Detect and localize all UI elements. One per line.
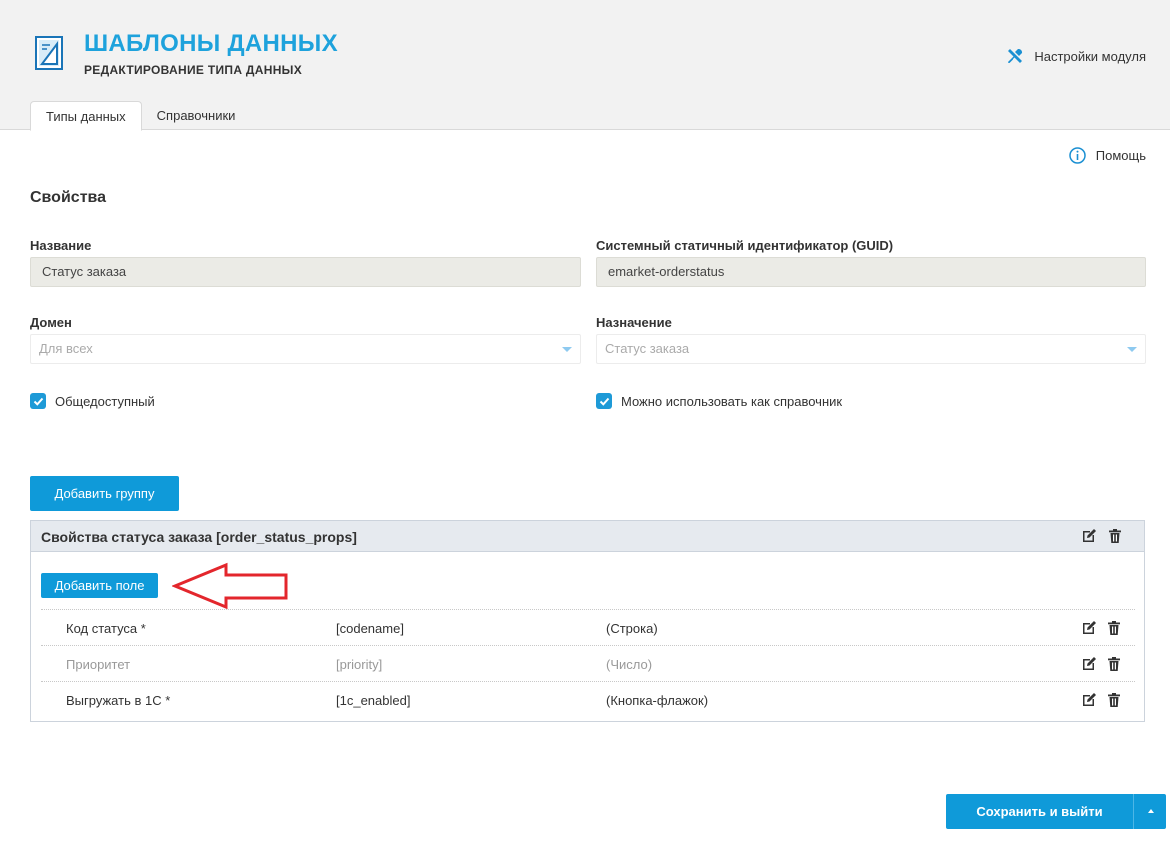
name-label: Название [30,238,92,253]
domain-label: Домен [30,315,72,330]
field-code: [codename] [336,621,404,636]
trash-icon[interactable] [1107,528,1123,544]
edit-icon[interactable] [1081,620,1097,636]
public-checkbox[interactable] [30,393,46,409]
trash-icon[interactable] [1106,656,1122,672]
field-group-header: Свойства статуса заказа [order_status_pr… [31,521,1144,552]
field-row: Выгружать в 1С * [1c_enabled] (Кнопка-фл… [41,681,1135,717]
checkmark-icon [33,397,43,406]
tab-data-types[interactable]: Типы данных [30,101,142,131]
field-group-title: Свойства статуса заказа [order_status_pr… [41,529,357,545]
tab-reference-books[interactable]: Справочники [142,101,251,131]
data-templates-logo-icon [35,36,63,70]
name-field[interactable]: Статус заказа [30,257,581,287]
page-header: ШАБЛОНЫ ДАННЫХ РЕДАКТИРОВАНИЕ ТИПА ДАННЫ… [0,0,1170,131]
checkmark-icon [599,397,609,406]
field-name[interactable]: Выгружать в 1С * [66,693,170,708]
field-type: (Кнопка-флажок) [606,693,709,708]
field-code: [1c_enabled] [336,693,411,708]
domain-select-value: Для всех [39,341,93,356]
red-arrow-annotation [172,562,288,610]
field-name[interactable]: Приоритет [66,657,130,672]
field-code: [priority] [336,657,383,672]
public-checkbox-row: Общедоступный [30,393,155,409]
guid-label: Системный статичный идентификатор (GUID) [596,238,894,253]
tab-bar: Типы данных Справочники [30,101,250,131]
help-link[interactable]: Помощь [1069,147,1146,164]
chevron-down-icon [1127,347,1137,352]
field-group-panel: Свойства статуса заказа [order_status_pr… [30,520,1145,722]
help-label: Помощь [1095,148,1146,163]
info-icon [1069,147,1086,164]
trash-icon[interactable] [1106,692,1122,708]
purpose-label: Назначение [596,315,672,330]
add-group-button[interactable]: Добавить группу [30,476,179,511]
edit-icon[interactable] [1081,528,1097,544]
add-field-button[interactable]: Добавить поле [41,573,158,598]
purpose-select-value: Статус заказа [605,341,690,356]
edit-icon[interactable] [1081,656,1097,672]
page-subtitle: РЕДАКТИРОВАНИЕ ТИПА ДАННЫХ [84,63,303,77]
caret-up-icon [1148,809,1154,813]
module-settings-label: Настройки модуля [1034,48,1146,64]
edit-icon[interactable] [1081,692,1097,708]
use-as-guide-checkbox[interactable] [596,393,612,409]
purpose-select[interactable]: Статус заказа [596,334,1146,364]
field-name[interactable]: Код статуса * [66,621,146,636]
properties-section-title: Свойства [30,189,107,206]
field-type: (Число) [606,657,653,672]
field-row: Приоритет [priority] (Число) [41,645,1135,681]
use-as-guide-checkbox-label: Можно использовать как справочник [621,393,843,409]
page-title: ШАБЛОНЫ ДАННЫХ [84,30,338,57]
save-button-group: Сохранить и выйти [946,794,1166,829]
domain-select[interactable]: Для всех [30,334,581,364]
tools-icon [1008,48,1023,63]
chevron-down-icon [562,347,572,352]
public-checkbox-label: Общедоступный [55,393,155,409]
field-type: (Строка) [606,621,658,636]
save-options-toggle[interactable] [1133,794,1166,829]
guid-field[interactable]: emarket-orderstatus [596,257,1146,287]
guide-checkbox-row: Можно использовать как справочник [596,393,842,409]
field-row: Код статуса * [codename] (Строка) [41,609,1135,645]
save-and-exit-button[interactable]: Сохранить и выйти [946,794,1133,829]
trash-icon[interactable] [1106,620,1122,636]
module-settings-link[interactable]: Настройки модуля [1006,47,1146,65]
